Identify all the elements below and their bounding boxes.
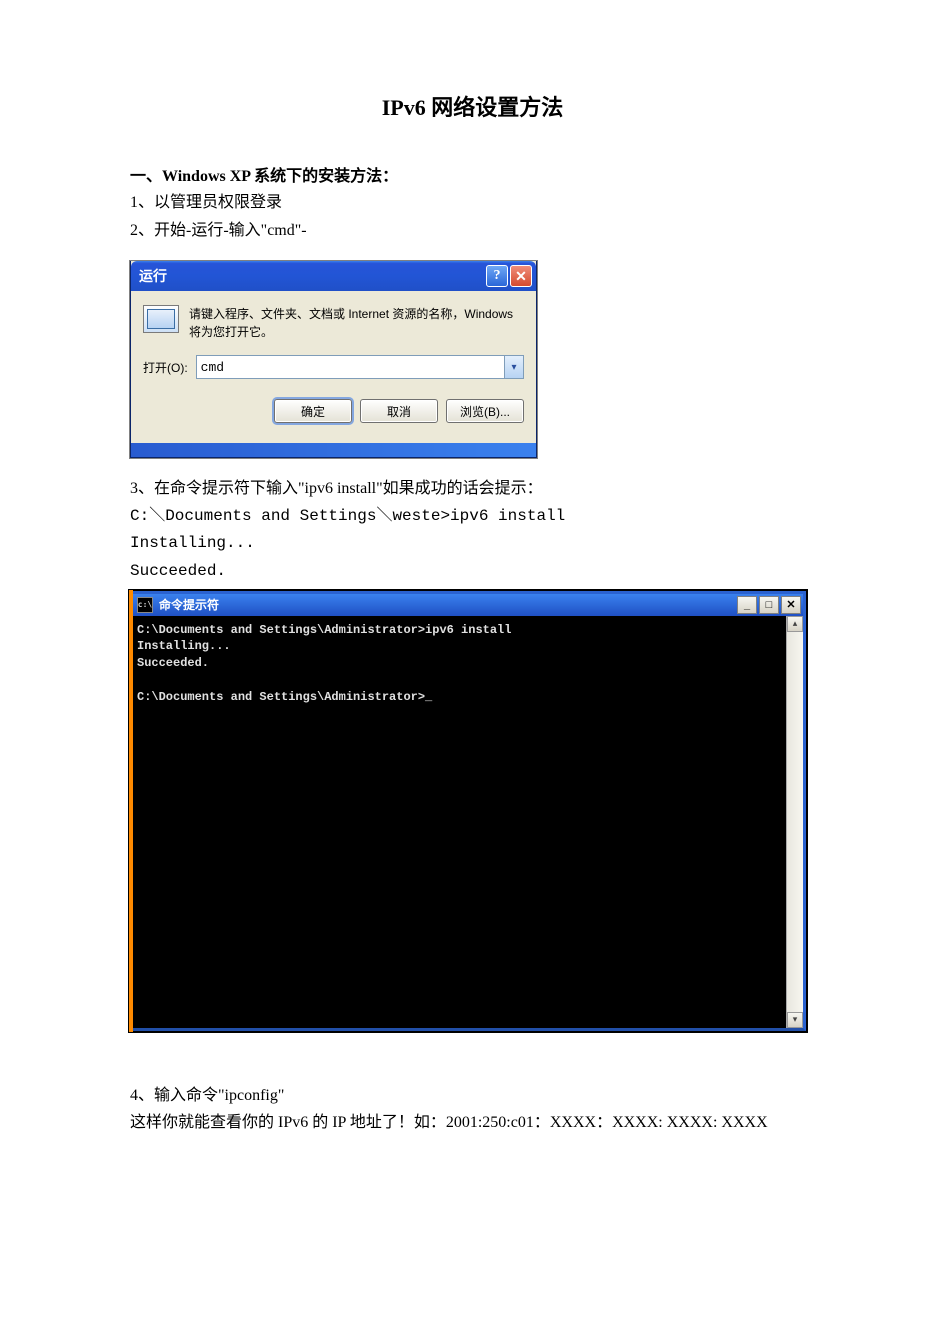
cancel-button[interactable]: 取消 [360, 399, 438, 423]
run-dialog-description: 请键入程序、文件夹、文档或 Internet 资源的名称，Windows 将为您… [189, 305, 524, 341]
browse-button[interactable]: 浏览(B)... [446, 399, 524, 423]
run-program-icon [143, 305, 179, 333]
highlight-bar [129, 590, 133, 1032]
step-2: 2、开始-运行-输入"cmd"- [130, 218, 815, 244]
maximize-button[interactable]: □ [759, 596, 779, 614]
cmd-title: 命令提示符 [159, 596, 735, 613]
cmd-titlebar[interactable]: c:\ 命令提示符 _ □ ✕ [133, 594, 803, 616]
open-input[interactable] [197, 356, 504, 378]
step-3-output-1: C:＼Documents and Settings＼weste>ipv6 ins… [130, 504, 815, 530]
run-dialog-footer [131, 443, 536, 457]
scroll-down-icon[interactable]: ▾ [787, 1012, 803, 1028]
step-1: 1、以管理员权限登录 [130, 190, 815, 216]
run-dialog-title: 运行 [139, 266, 484, 286]
open-label: 打开(O): [143, 359, 188, 376]
step-4a: 4、输入命令"ipconfig" [130, 1083, 815, 1109]
help-button[interactable]: ? [486, 265, 508, 287]
step-3-output-3: Succeeded. [130, 559, 815, 585]
cmd-scrollbar[interactable]: ▴ ▾ [786, 616, 803, 1028]
command-prompt-window: c:\ 命令提示符 _ □ ✕ C:\Documents and Setting… [130, 591, 815, 1031]
cmd-window-icon: c:\ [137, 597, 153, 613]
step-3-output-2: Installing... [130, 531, 815, 557]
scroll-track[interactable] [787, 632, 803, 1012]
step-3: 3、在命令提示符下输入"ipv6 install"如果成功的话会提示： [130, 476, 815, 502]
ok-button[interactable]: 确定 [274, 399, 352, 423]
document-title: IPv6 网络设置方法 [130, 90, 815, 122]
scroll-up-icon[interactable]: ▴ [787, 616, 803, 632]
cmd-output-area[interactable]: C:\Documents and Settings\Administrator>… [133, 616, 786, 1028]
run-dialog: 运行 ? ✕ 请键入程序、文件夹、文档或 Internet 资源的名称，Wind… [130, 261, 537, 458]
close-button[interactable]: ✕ [510, 265, 532, 287]
chevron-down-icon[interactable]: ▾ [504, 356, 523, 378]
section-heading-xp: 一、Windows XP 系统下的安装方法： [130, 162, 815, 186]
open-combobox[interactable]: ▾ [196, 355, 524, 379]
cmd-close-button[interactable]: ✕ [781, 596, 801, 614]
minimize-button[interactable]: _ [737, 596, 757, 614]
run-dialog-titlebar[interactable]: 运行 ? ✕ [131, 261, 536, 291]
step-4b: 这样你就能查看你的 IPv6 的 IP 地址了！如：2001:250:c01：X… [130, 1110, 815, 1136]
